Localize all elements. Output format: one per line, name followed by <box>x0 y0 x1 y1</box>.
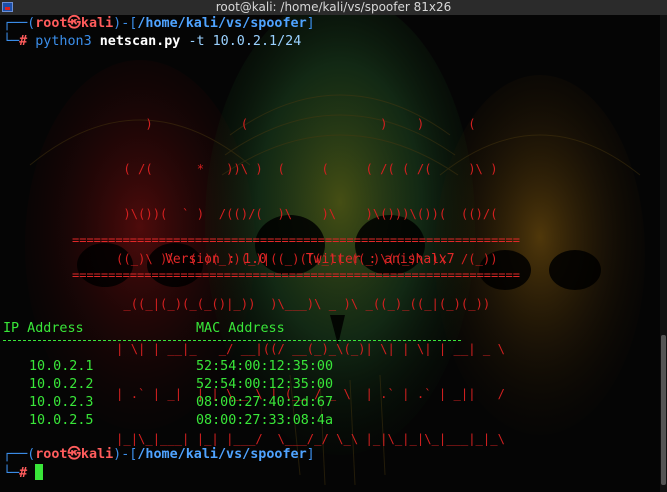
version-twitter-line: Version : 1.0 Twitter : anishalx7 <box>165 252 455 267</box>
table-row-mac: 52:54:00:12:35:00 <box>196 359 334 374</box>
command-line-2: └─# <box>3 464 44 482</box>
header-ip-address: IP Address <box>3 321 84 336</box>
terminal-viewport[interactable]: ┌──(root㉿kali)-[/home/kali/vs/spoofer] └… <box>0 15 660 492</box>
window-title: root@kali: /home/kali/vs/spoofer 81x26 <box>215 0 452 14</box>
table-row-ip: 10.0.2.2 <box>29 377 94 392</box>
command-script: netscan.py <box>99 34 181 49</box>
table-row-mac: 52:54:00:12:35:00 <box>196 377 334 392</box>
table-row-mac: 08:00:27:33:08:4a <box>196 413 334 428</box>
scrollbar-thumb[interactable] <box>661 335 666 485</box>
command-line-1: └─# python3 netscan.py -t 10.0.2.1/24 <box>3 34 302 49</box>
table-row-ip: 10.0.2.3 <box>29 395 94 410</box>
prompt-line-2-top: ┌──(root㉿kali)-[/home/kali/vs/spoofer] <box>3 447 315 462</box>
table-row-ip: 10.0.2.5 <box>29 413 94 428</box>
title-bar[interactable]: root@kali: /home/kali/vs/spoofer 81x26 <box>0 0 667 15</box>
command-python3: python3 <box>35 34 92 49</box>
banner-separator-top: ========================================… <box>72 233 520 247</box>
terminal-app-icon <box>2 2 13 12</box>
table-row-mac: 08:00:27:40:2d:67 <box>196 395 334 410</box>
terminal-window: root@kali: /home/kali/vs/spoofer 81x26 ┌… <box>0 0 667 492</box>
banner-separator-bottom: ========================================… <box>72 268 520 282</box>
terminal-scrollbar[interactable] <box>660 15 667 492</box>
table-row-ip: 10.0.2.1 <box>29 359 94 374</box>
header-mac-address: MAC Address <box>196 321 285 336</box>
results-separator <box>3 340 461 341</box>
text-cursor[interactable] <box>35 464 44 480</box>
version-value: 1.0 <box>243 252 267 267</box>
prompt-line-1-top: ┌──(root㉿kali)-[/home/kali/vs/spoofer] <box>3 16 315 31</box>
twitter-handle: anishalx7 <box>384 252 455 267</box>
command-args: -t 10.0.2.1/24 <box>188 34 302 49</box>
